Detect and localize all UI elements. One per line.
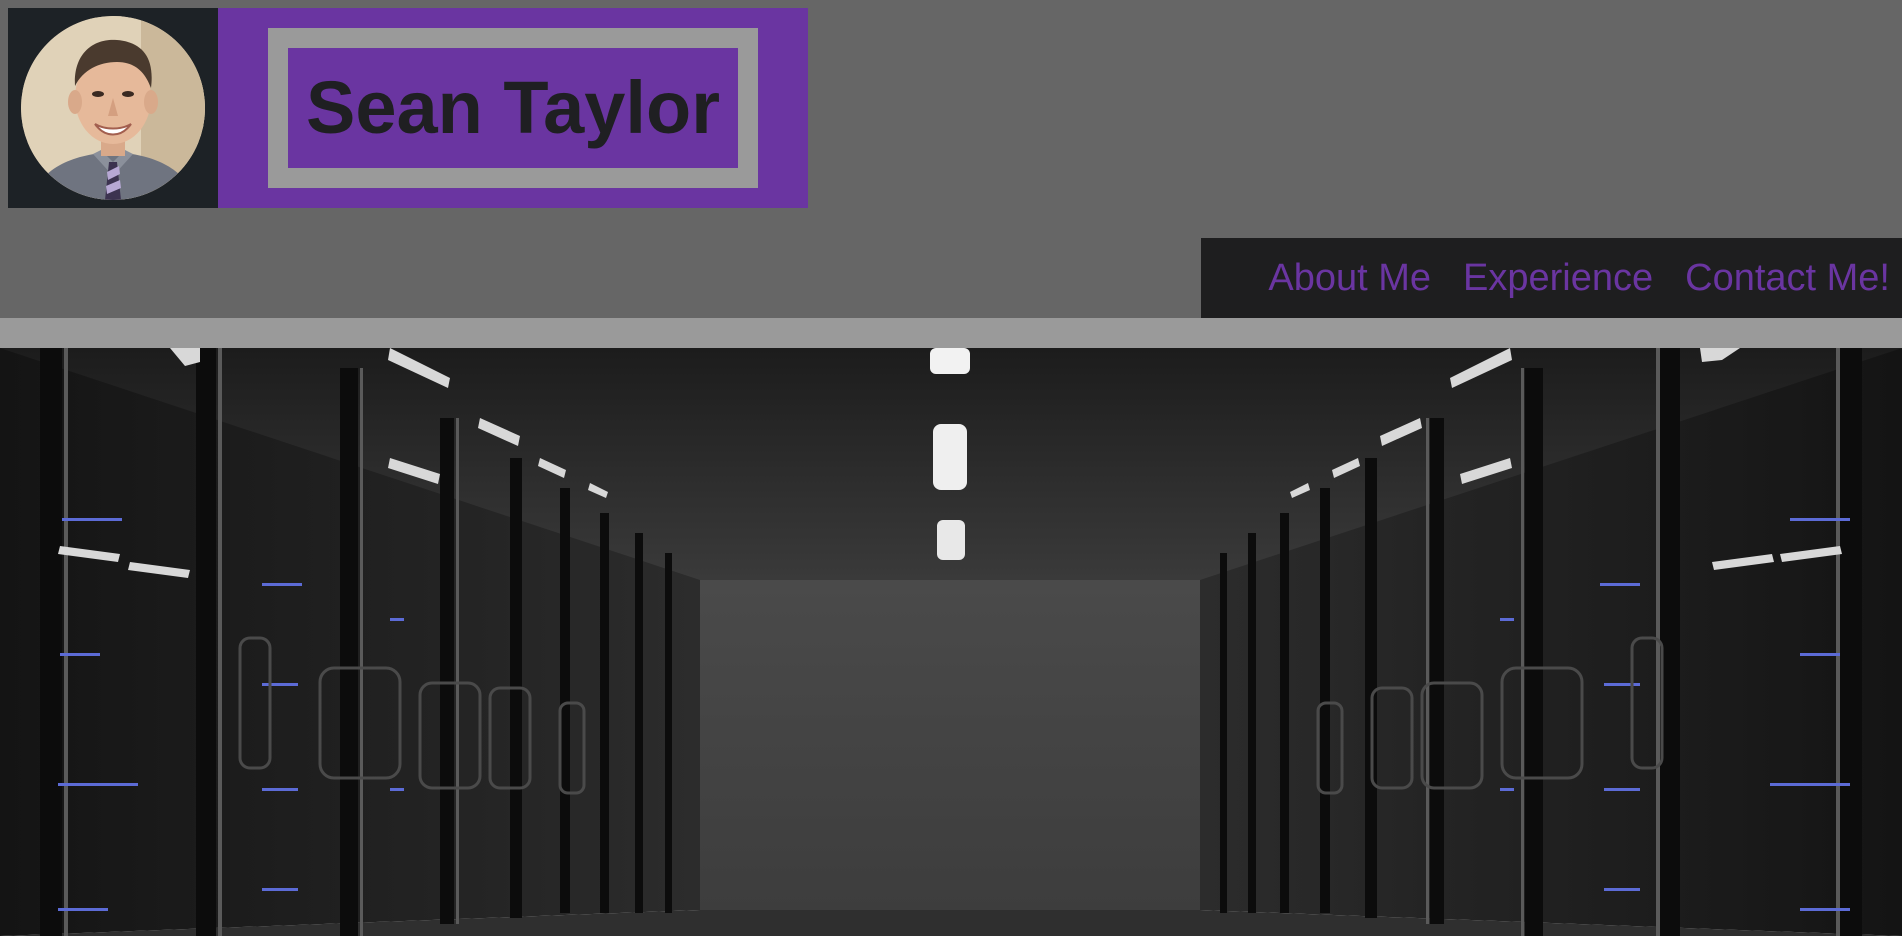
- page: Sean Taylor About Me Experience Contact …: [0, 0, 1902, 936]
- title-frame: Sean Taylor: [268, 28, 758, 188]
- nav-link-experience[interactable]: Experience: [1463, 257, 1653, 300]
- profile-photo-icon: [21, 16, 205, 200]
- logo-block: Sean Taylor: [8, 8, 808, 208]
- avatar: [21, 16, 205, 200]
- hero-banner: [0, 348, 1902, 936]
- nav-link-about-me[interactable]: About Me: [1268, 257, 1431, 300]
- nav-link-contact-me[interactable]: Contact Me!: [1685, 257, 1890, 300]
- title-banner: Sean Taylor: [218, 8, 808, 208]
- header-divider: [0, 318, 1902, 348]
- main-nav: About Me Experience Contact Me!: [1201, 238, 1902, 318]
- site-header: Sean Taylor About Me Experience Contact …: [0, 0, 1902, 318]
- title-inner: Sean Taylor: [288, 48, 738, 168]
- server-room-photo-icon: [0, 348, 1902, 936]
- avatar-container: [8, 8, 218, 208]
- site-title: Sean Taylor: [305, 66, 720, 149]
